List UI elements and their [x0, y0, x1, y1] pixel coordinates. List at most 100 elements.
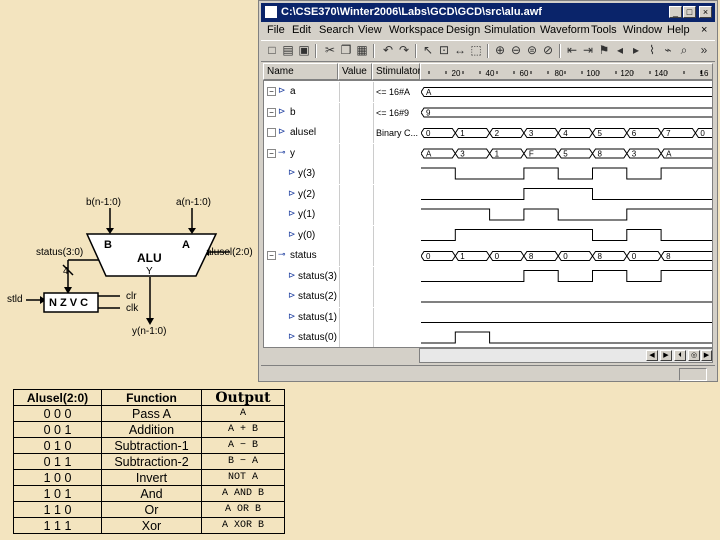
close-button[interactable]: × [699, 6, 712, 18]
bus-value-y: F [529, 150, 534, 159]
header-alusel: Alusel(2:0) [13, 389, 102, 406]
signal-row-status0[interactable]: ⊳ status(0) [264, 328, 339, 347]
output-cell: A OR B [201, 501, 285, 518]
menu-tools[interactable]: Tools [591, 24, 617, 36]
signal-stimulator-cell[interactable] [373, 266, 421, 287]
signal-row-alusel[interactable]: ⊳ alusel [264, 123, 339, 143]
toolbar-more-icon[interactable]: » [697, 44, 711, 57]
bus-value-y: 1 [495, 150, 500, 159]
alusel-function-table: Alusel(2:0) Function Output 0 0 0 Pass AA… [13, 389, 285, 534]
zoom-region-icon[interactable]: ⊡ [437, 44, 451, 57]
signal-stimulator-cell[interactable] [373, 225, 421, 246]
expand-toggle-icon[interactable]: − [267, 107, 276, 117]
waveform-plot[interactable]: A 9 0 1 2 3 4 5 6 7 0 A 3 1 F 5 8 3 A 0 1 0 8 0 8 0 8 [421, 81, 713, 348]
column-header: Name Value Stimulator 20 40 60 80 100 120 140 1… [263, 63, 713, 80]
pointer-icon[interactable]: ↖ [421, 44, 435, 57]
zoom-range-icon[interactable]: ⊘ [541, 44, 555, 57]
signal-row-y3[interactable]: ⊳ y(3) [264, 164, 339, 184]
status-bus-label: status(3:0) [36, 247, 83, 258]
cursor-next-icon[interactable]: ▸ [629, 44, 643, 57]
ruler-tick-label: 20 [452, 69, 461, 78]
signal-row-status1[interactable]: ⊳ status(1) [264, 308, 339, 328]
cut-icon[interactable]: ✂ [323, 44, 337, 57]
column-value[interactable]: Value [338, 63, 372, 80]
signal-stimulator-cell[interactable] [373, 184, 421, 205]
maximize-button[interactable]: □ [683, 6, 696, 18]
expand-toggle-icon[interactable]: − [267, 148, 276, 158]
vertical-scrollbar[interactable] [714, 80, 717, 348]
waveform-delete-icon[interactable]: ⌁ [661, 44, 675, 57]
menu-file[interactable]: File [267, 24, 285, 36]
signal-row-y0[interactable]: ⊳ y(0) [264, 226, 339, 246]
menu-design[interactable]: Design [446, 24, 480, 36]
time-ruler[interactable]: 20 40 60 80 100 120 140 16 [420, 63, 713, 80]
signal-row-status3[interactable]: ⊳ status(3) [264, 267, 339, 287]
signal-stimulator-cell[interactable] [373, 143, 421, 164]
new-file-icon[interactable]: □ [265, 44, 279, 57]
signal-row-status[interactable]: − ⊸ status [264, 246, 339, 266]
signal-row-y[interactable]: − ⊸ y [264, 144, 339, 164]
column-name[interactable]: Name [263, 63, 338, 80]
measure-icon[interactable]: ↔ [453, 44, 467, 57]
select-range-icon[interactable]: ⬚ [469, 44, 483, 57]
cursor-prev-icon[interactable]: ◂ [613, 44, 627, 57]
scroll-right-icon[interactable]: ▶ [660, 350, 672, 361]
zoom-in-icon[interactable]: ⊕ [493, 44, 507, 57]
paste-icon[interactable]: ▦ [355, 44, 369, 57]
bus-value-status: 0 [426, 252, 431, 261]
bus-value-status: 0 [632, 252, 637, 261]
undo-icon[interactable]: ↶ [381, 44, 395, 57]
zoom-fit-icon[interactable]: ⊜ [525, 44, 539, 57]
signal-stimulator-cell[interactable] [373, 307, 421, 328]
digital-wave-y2 [421, 188, 712, 200]
prev-edge-icon[interactable]: ⇤ [565, 44, 579, 57]
signal-row-y2[interactable]: ⊳ y(2) [264, 185, 339, 205]
minimize-button[interactable]: _ [669, 6, 682, 18]
status-bar [261, 365, 715, 382]
toolbar: □ ▤ ▣ ✂ ❐ ▦ ↶ ↷ ↖ ⊡ ↔ ⬚ ⊕ ⊖ ⊜ ⊘ ⇤ ⇥ ⚑ ◂ … [261, 40, 715, 62]
zoom-out-icon[interactable]: ⊖ [509, 44, 523, 57]
scroll-end-icon[interactable]: ▶ [701, 350, 712, 361]
scroll-home-icon[interactable]: ⏴ [674, 350, 686, 361]
bookmark-icon[interactable]: ⚑ [597, 44, 611, 57]
signal-row-a[interactable]: − ⊳ a [264, 82, 339, 102]
signal-stimulator-cell[interactable]: <= 16#9 [373, 102, 421, 123]
expand-toggle-icon[interactable]: − [267, 87, 276, 96]
bus-value-alusel: 0 [426, 129, 431, 138]
input-port-icon: ⊳ [288, 269, 296, 280]
signal-stimulator-cell[interactable] [373, 287, 421, 307]
menu-search[interactable]: Search [319, 24, 354, 36]
menu-simulation[interactable]: Simulation [484, 24, 535, 36]
signal-row-status2[interactable]: ⊳ status(2) [264, 287, 339, 307]
signal-stimulator-cell[interactable] [373, 164, 421, 184]
waveform-find-icon[interactable]: ⌕ [677, 44, 691, 57]
signal-row-b[interactable]: − ⊳ b [264, 103, 339, 123]
column-stimulator[interactable]: Stimulator [372, 63, 421, 80]
menu-workspace[interactable]: Workspace [389, 24, 444, 36]
open-folder-icon[interactable]: ▤ [281, 44, 295, 57]
signal-stimulator-cell[interactable] [373, 328, 421, 347]
bus-value-y: 3 [632, 150, 637, 159]
copy-icon[interactable]: ❐ [339, 44, 353, 57]
menu-waveform[interactable]: Waveform [540, 24, 590, 36]
signal-stimulator-cell[interactable]: <= 16#A [373, 82, 421, 102]
next-edge-icon[interactable]: ⇥ [581, 44, 595, 57]
scroll-stop-icon[interactable]: ◎ [688, 350, 700, 361]
save-icon[interactable]: ▣ [297, 44, 311, 57]
menu-edit[interactable]: Edit [292, 24, 311, 36]
signal-stimulator-cell[interactable] [373, 246, 421, 266]
signal-row-y1[interactable]: ⊳ y(1) [264, 205, 339, 225]
signal-stimulator-cell[interactable]: Binary C... [373, 123, 421, 143]
menu-help[interactable]: Help [667, 24, 690, 36]
signal-stimulator-cell[interactable] [373, 205, 421, 225]
expand-toggle-icon[interactable] [267, 128, 276, 137]
waveform-insert-icon[interactable]: ⌇ [645, 44, 659, 57]
redo-icon[interactable]: ↷ [397, 44, 411, 57]
function-cell: Pass A [101, 405, 202, 422]
scroll-left-icon[interactable]: ◀ [646, 350, 658, 361]
horizontal-scrollbar[interactable]: ◀ ▶ ⏴ ◎ ▶ [419, 348, 713, 363]
menu-close-icon[interactable]: × [701, 24, 707, 36]
menu-view[interactable]: View [358, 24, 382, 36]
menu-window[interactable]: Window [623, 24, 662, 36]
bus-value-alusel: 7 [666, 129, 671, 138]
